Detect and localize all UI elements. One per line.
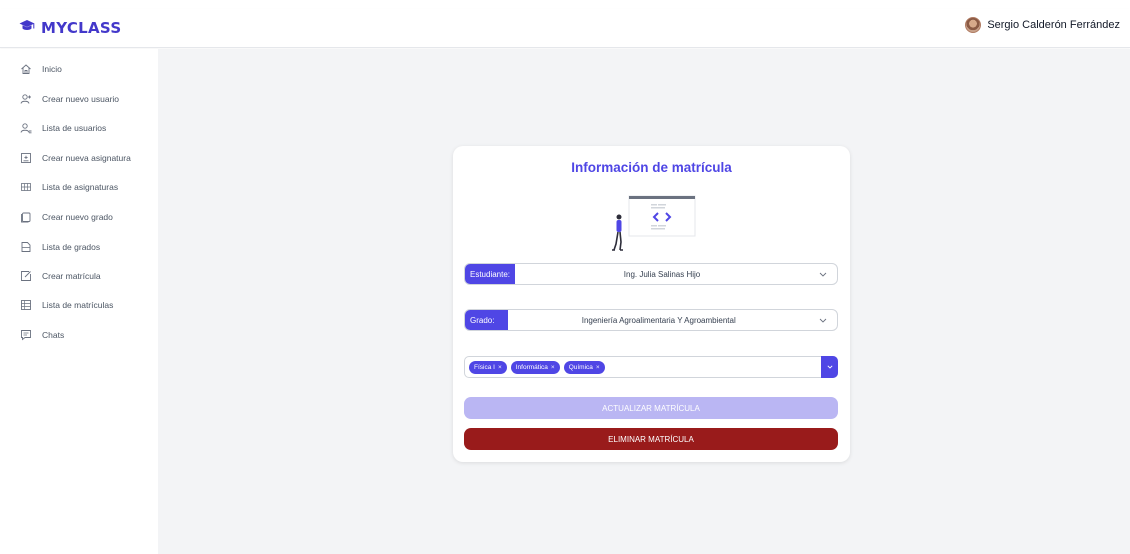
- sidebar-item-crear-matricula[interactable]: Crear matrícula: [20, 268, 101, 284]
- app-title: MYCLASS: [41, 19, 122, 37]
- add-box-icon: [20, 152, 32, 164]
- subject-chip[interactable]: Informática ×: [510, 360, 560, 374]
- subject-chip[interactable]: Física I ×: [469, 360, 507, 374]
- table-icon: [20, 299, 32, 311]
- top-header: MYCLASS Sergio Calderón Ferrández: [0, 9, 1130, 48]
- sidebar-item-label: Inicio: [42, 64, 62, 74]
- user-menu[interactable]: Sergio Calderón Ferrández: [965, 17, 1120, 33]
- degree-select[interactable]: Grado: Ingeniería Agroalimentaria Y Agro…: [464, 309, 838, 331]
- sidebar-item-crear-asignatura[interactable]: Crear nueva asignatura: [20, 150, 131, 166]
- chevron-down-icon: [826, 365, 833, 369]
- sidebar-item-label: Crear nuevo usuario: [42, 94, 120, 104]
- edit-icon: [20, 270, 32, 282]
- remove-chip-icon[interactable]: ×: [596, 364, 600, 371]
- student-label: Estudiante:: [465, 264, 516, 284]
- sidebar-item-label: Chats: [42, 330, 65, 340]
- sidebar-item-label: Lista de matrículas: [42, 300, 114, 310]
- subject-chip-label: Informática: [515, 363, 548, 371]
- update-enrollment-button[interactable]: ACTUALIZAR MATRÍCULA: [464, 397, 838, 419]
- sidebar-item-label: Lista de grados: [42, 242, 101, 252]
- sidebar-item-label: Crear nuevo grado: [42, 212, 113, 222]
- user-name: Sergio Calderón Ferrández: [987, 19, 1120, 31]
- copy-icon: [20, 211, 32, 223]
- app-logo[interactable]: MYCLASS: [19, 19, 121, 37]
- degree-label: Grado:: [465, 310, 509, 330]
- student-select[interactable]: Estudiante: Ing. Julia Salinas Hijo: [464, 263, 838, 285]
- sidebar-item-label: Lista de usuarios: [42, 123, 107, 133]
- subjects-multiselect[interactable]: Física I × Informática × Química ×: [464, 356, 838, 378]
- chevron-down-icon: [809, 272, 837, 277]
- student-value: Ing. Julia Salinas Hijo: [623, 269, 701, 279]
- remove-chip-icon[interactable]: ×: [498, 364, 502, 371]
- delete-enrollment-button[interactable]: ELIMINAR MATRÍCULA: [464, 428, 838, 450]
- subject-chip[interactable]: Química ×: [563, 360, 605, 374]
- users-icon: [20, 122, 32, 134]
- document-icon: [20, 241, 32, 253]
- degree-value: Ingeniería Agroalimentaria Y Agroambient…: [581, 315, 736, 325]
- sidebar-item-crear-grado[interactable]: Crear nuevo grado: [20, 209, 113, 225]
- remove-chip-icon[interactable]: ×: [551, 364, 555, 371]
- sidebar-item-label: Lista de asignaturas: [42, 182, 119, 192]
- sidebar-item-label: Crear nueva asignatura: [42, 153, 131, 163]
- sidebar-item-lista-asignaturas[interactable]: Lista de asignaturas: [20, 179, 118, 195]
- grid-list-icon: [20, 181, 32, 193]
- sidebar-item-lista-grados[interactable]: Lista de grados: [20, 239, 100, 255]
- graduation-cap-icon: [19, 19, 35, 37]
- avatar: [965, 17, 982, 33]
- chat-icon: [20, 329, 32, 341]
- page-title: Información de matrícula: [571, 160, 732, 175]
- home-icon: [20, 63, 32, 75]
- sidebar-item-crear-usuario[interactable]: Crear nuevo usuario: [20, 91, 119, 107]
- code-illustration: [611, 194, 701, 256]
- sidebar-item-label: Crear matrícula: [42, 271, 101, 281]
- sidebar-item-chats[interactable]: Chats: [20, 327, 64, 343]
- user-add-icon: [20, 93, 32, 105]
- sidebar: Inicio Crear nuevo usuario Lista de usua…: [0, 49, 158, 554]
- top-strip: [0, 0, 1130, 9]
- subject-chip-label: Física I: [474, 363, 495, 371]
- multiselect-toggle-button[interactable]: [821, 356, 838, 378]
- sidebar-item-lista-matriculas[interactable]: Lista de matrículas: [20, 297, 113, 313]
- sidebar-item-lista-usuarios[interactable]: Lista de usuarios: [20, 120, 106, 136]
- enrollment-card: Información de matrícula Estudiante: Ing…: [453, 146, 850, 462]
- subject-chip-label: Química: [568, 363, 593, 371]
- chevron-down-icon: [809, 318, 837, 323]
- sidebar-item-inicio[interactable]: Inicio: [20, 61, 62, 77]
